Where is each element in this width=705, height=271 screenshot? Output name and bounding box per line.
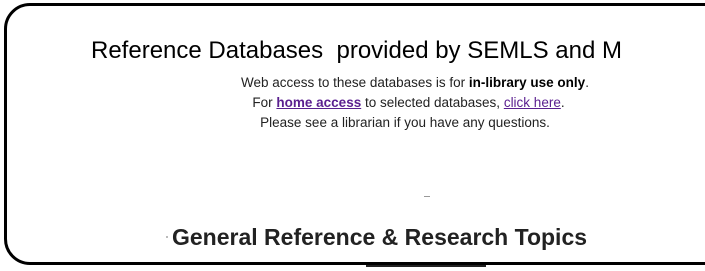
section-underline (366, 265, 486, 267)
decorative-dot (166, 236, 168, 238)
notice-text: Web access to these databases is for (241, 75, 469, 90)
in-library-emphasis: in-library use only (468, 75, 586, 90)
notice-period: . (585, 75, 589, 90)
home-access-line: For home access to selected databases, c… (0, 95, 705, 110)
click-here-link[interactable]: click here (504, 95, 561, 110)
librarian-help-line: Please see a librarian if you have any q… (260, 115, 550, 130)
line2-period: . (560, 95, 565, 110)
access-notice-line: Web access to these databases is for in-… (0, 75, 705, 90)
home-access-link[interactable]: home access (276, 95, 361, 110)
page-viewport: Reference Databases provided by SEMLS an… (0, 0, 705, 271)
page-title: Reference Databases provided by SEMLS an… (91, 37, 622, 64)
section-heading: General Reference & Research Topics (172, 224, 588, 250)
separator-dash (424, 196, 430, 197)
for-text: For (252, 95, 277, 110)
selected-databases-text: to selected databases, (361, 95, 504, 110)
